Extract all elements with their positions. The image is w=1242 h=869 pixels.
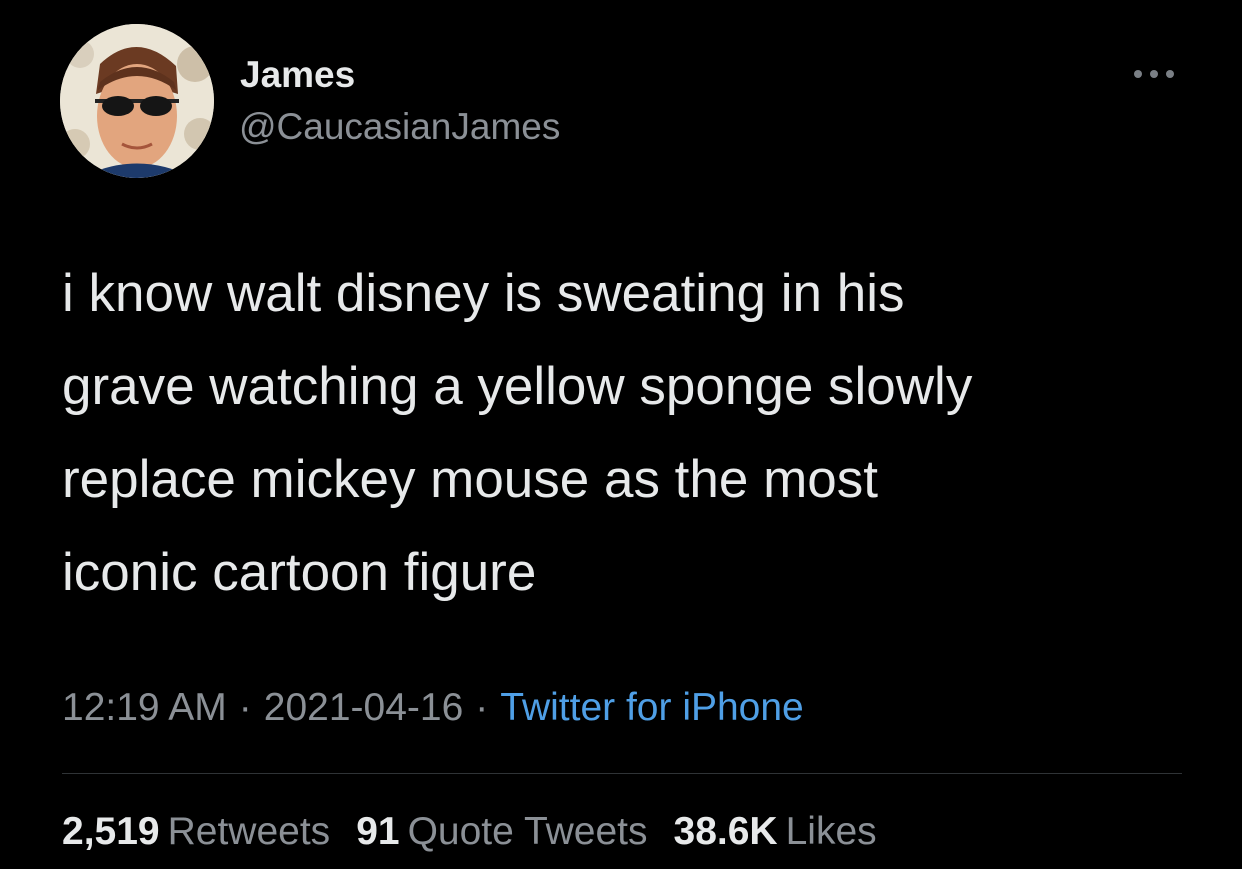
retweets-stat[interactable]: 2,519 Retweets (62, 810, 330, 853)
likes-count: 38.6K (673, 810, 778, 853)
more-options-button[interactable] (1128, 60, 1180, 88)
quote-tweets-label: Quote Tweets (407, 810, 648, 853)
more-icon-dot (1134, 70, 1142, 78)
tweet-stats: 2,519 Retweets 91 Quote Tweets 38.6K Likes (62, 810, 903, 854)
tweet-text: i know walt disney is sweating in his gr… (62, 247, 1182, 619)
likes-stat[interactable]: 38.6K Likes (674, 810, 877, 853)
likes-label: Likes (785, 810, 877, 853)
tweet-text-line: i know walt disney is sweating in his (62, 264, 905, 323)
retweets-count: 2,519 (62, 810, 160, 853)
separator: · (475, 686, 489, 729)
tweet-text-line: replace mickey mouse as the most (62, 450, 878, 509)
tweet-source-link[interactable]: Twitter for iPhone (500, 686, 803, 729)
divider (62, 773, 1182, 774)
user-photo-icon (60, 24, 214, 178)
tweet-metadata: 12:19 AM · 2021-04-16 · Twitter for iPhone (62, 686, 804, 730)
display-name[interactable]: James (240, 54, 355, 96)
tweet-text-line: iconic cartoon figure (62, 543, 537, 602)
avatar[interactable] (60, 24, 214, 178)
quote-tweets-stat[interactable]: 91 Quote Tweets (356, 810, 647, 853)
more-icon-dot (1150, 70, 1158, 78)
more-icon-dot (1166, 70, 1174, 78)
retweets-label: Retweets (167, 810, 331, 853)
user-handle[interactable]: @CaucasianJames (239, 106, 560, 148)
tweet-time[interactable]: 12:19 AM (62, 686, 227, 729)
tweet-text-line: grave watching a yellow sponge slowly (62, 357, 973, 416)
separator: · (238, 686, 252, 729)
tweet-date[interactable]: 2021-04-16 (264, 686, 464, 729)
quote-tweets-count: 91 (356, 810, 400, 853)
